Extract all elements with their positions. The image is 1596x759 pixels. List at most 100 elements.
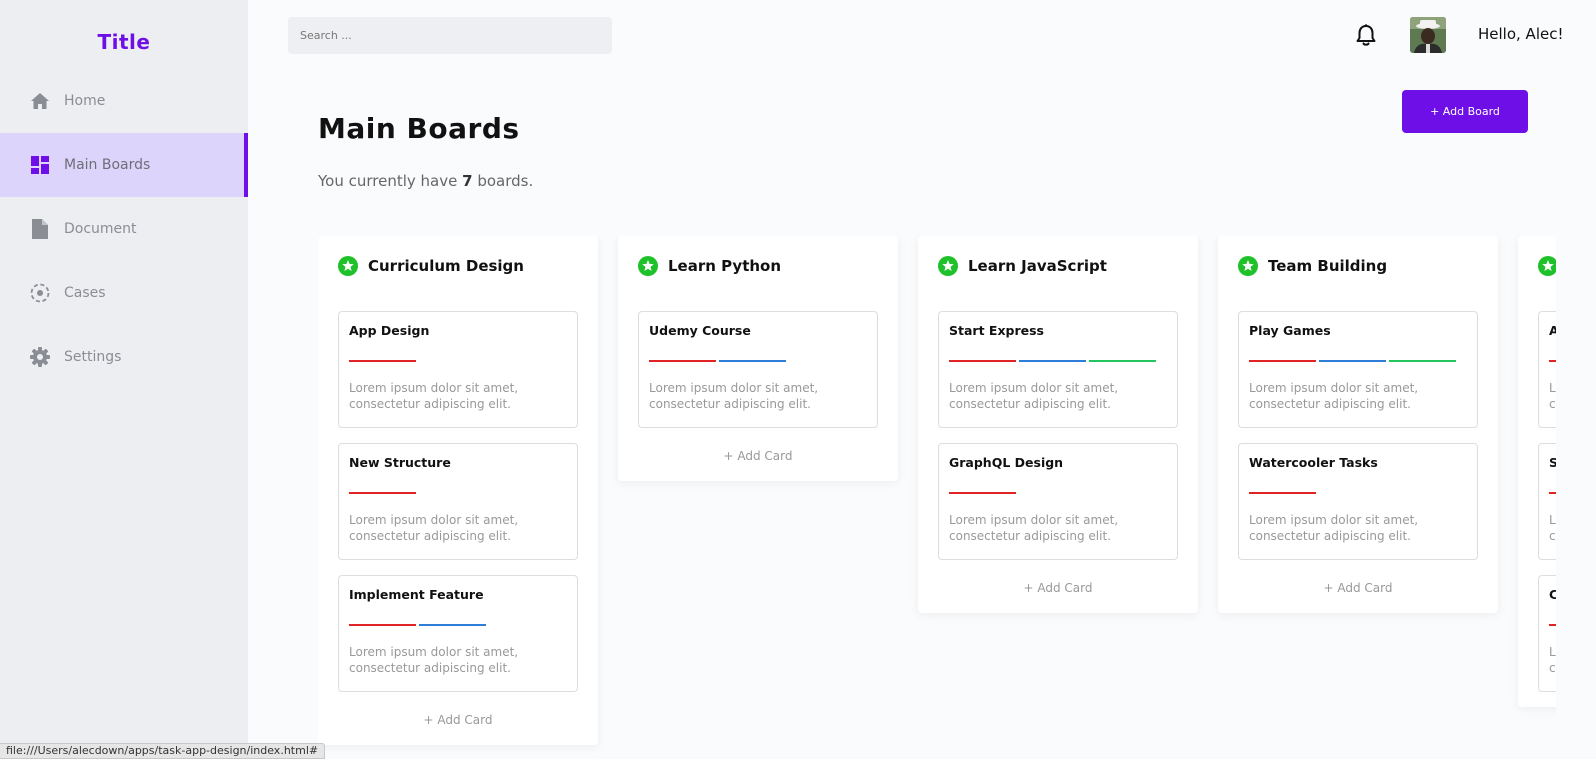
board-title: Learn JavaScript	[968, 257, 1107, 275]
home-icon	[30, 91, 50, 111]
star-icon[interactable]	[1238, 256, 1258, 276]
card-description: Lorem ipsum dolor sit amet, consectetur …	[949, 513, 1119, 543]
star-icon[interactable]	[938, 256, 958, 276]
card-tags	[1249, 360, 1467, 362]
tag-red	[349, 492, 416, 494]
sidebar: Title Home Main Boards Document Cases Se…	[0, 0, 248, 759]
card-title: S	[1549, 455, 1556, 470]
tag-green	[1089, 360, 1156, 362]
sidebar-item-home[interactable]: Home	[0, 69, 248, 133]
tag-red	[649, 360, 716, 362]
board-title: Curriculum Design	[368, 257, 524, 275]
card-list: A Lorem ipsum dolor sit amet, consectetu…	[1518, 296, 1556, 692]
tag-red	[349, 624, 416, 626]
board: Learn Python Udemy Course Lorem ipsum do…	[618, 236, 898, 481]
card-tags	[949, 492, 1167, 494]
card[interactable]: App Design Lorem ipsum dolor sit amet, c…	[338, 311, 578, 428]
page-title: Main Boards	[318, 112, 520, 145]
tag-red	[1549, 492, 1556, 494]
card-title: Udemy Course	[649, 323, 751, 338]
card-list: Start Express Lorem ipsum dolor sit amet…	[918, 296, 1198, 560]
board: Learn JavaScript Start Express Lorem ips…	[918, 236, 1198, 613]
add-card-button[interactable]: + Add Card	[318, 707, 598, 745]
dashboard-icon	[30, 155, 50, 175]
card-title: New Structure	[349, 455, 451, 470]
card[interactable]: S Lorem ipsum dolor sit amet, consectetu…	[1538, 443, 1556, 560]
card-list: Udemy Course Lorem ipsum dolor sit amet,…	[618, 296, 898, 428]
add-card-button[interactable]: + Add Card	[618, 443, 898, 481]
add-card-button[interactable]: + Add Card	[918, 575, 1198, 613]
tag-red	[949, 492, 1016, 494]
sidebar-item-label: Settings	[64, 349, 122, 365]
card-tags	[1549, 360, 1556, 362]
card[interactable]: Start Express Lorem ipsum dolor sit amet…	[938, 311, 1178, 428]
card-title: A	[1549, 323, 1556, 338]
tag-blue	[1319, 360, 1386, 362]
card-tags	[1249, 492, 1467, 494]
sidebar-item-label: Document	[64, 221, 137, 237]
sidebar-item-cases[interactable]: Cases	[0, 261, 248, 325]
card[interactable]: C Lorem ipsum dolor sit amet, consectetu…	[1538, 575, 1556, 692]
card[interactable]: A Lorem ipsum dolor sit amet, consectetu…	[1538, 311, 1556, 428]
card[interactable]: Implement Feature Lorem ipsum dolor sit …	[338, 575, 578, 692]
star-icon[interactable]	[1538, 256, 1556, 276]
sidebar-item-document[interactable]: Document	[0, 197, 248, 261]
sidebar-item-settings[interactable]: Settings	[0, 325, 248, 389]
card-tags	[349, 360, 567, 362]
card[interactable]: New Structure Lorem ipsum dolor sit amet…	[338, 443, 578, 560]
tag-red	[349, 360, 416, 362]
board-count-text: You currently have 7 boards.	[318, 172, 533, 190]
board-header: Learn JavaScript	[918, 236, 1198, 296]
board-header: Learn Python	[618, 236, 898, 296]
sidebar-nav: Home Main Boards Document Cases Settings	[0, 69, 248, 389]
card-list: App Design Lorem ipsum dolor sit amet, c…	[318, 296, 598, 692]
board-count: 7	[462, 172, 473, 190]
card-description: Lorem ipsum dolor sit amet, consectetur …	[1549, 645, 1556, 675]
board: Team Building Play Games Lorem ipsum dol…	[1218, 236, 1498, 613]
card-description: Lorem ipsum dolor sit amet, consectetur …	[349, 645, 519, 675]
subtitle-prefix: You currently have	[318, 172, 463, 190]
sidebar-item-label: Main Boards	[64, 157, 151, 173]
sidebar-item-label: Home	[64, 93, 106, 109]
add-card-button[interactable]: + Add Card	[1218, 575, 1498, 613]
add-board-button[interactable]: + Add Board	[1402, 90, 1528, 133]
card-title: Start Express	[949, 323, 1044, 338]
card-title: C	[1549, 587, 1556, 602]
card-title: GraphQL Design	[949, 455, 1064, 470]
bell-icon[interactable]	[1355, 24, 1377, 48]
card-title: App Design	[349, 323, 430, 338]
tag-red	[1249, 360, 1316, 362]
board-title: Learn Python	[668, 257, 782, 275]
card[interactable]: Udemy Course Lorem ipsum dolor sit amet,…	[638, 311, 878, 428]
browser-status-url: file:///Users/alecdown/apps/task-app-des…	[0, 743, 326, 759]
card-tags	[1549, 624, 1556, 626]
star-icon[interactable]	[638, 256, 658, 276]
card-list: Play Games Lorem ipsum dolor sit amet, c…	[1218, 296, 1498, 560]
card-description: Lorem ipsum dolor sit amet, consectetur …	[649, 381, 819, 411]
board-header: Team Building	[1218, 236, 1498, 296]
search-input[interactable]	[288, 17, 612, 54]
avatar[interactable]	[1410, 17, 1446, 53]
subtitle-suffix: boards.	[472, 172, 534, 190]
board-header: Curriculum Design	[318, 236, 598, 296]
sidebar-item-main-boards[interactable]: Main Boards	[0, 133, 248, 197]
card[interactable]: Watercooler Tasks Lorem ipsum dolor sit …	[1238, 443, 1478, 560]
card-title: Implement Feature	[349, 587, 484, 602]
tag-blue	[1019, 360, 1086, 362]
document-icon	[30, 219, 50, 239]
card-tags	[1549, 492, 1556, 494]
greeting-text: Hello, Alec!	[1478, 25, 1564, 43]
board-header	[1518, 236, 1556, 296]
card-description: Lorem ipsum dolor sit amet, consectetur …	[1249, 381, 1419, 411]
star-icon[interactable]	[338, 256, 358, 276]
board-title: Team Building	[1268, 257, 1388, 275]
tag-red	[1249, 492, 1316, 494]
card-description: Lorem ipsum dolor sit amet, consectetur …	[349, 513, 519, 543]
boards-container: Curriculum Design App Design Lorem ipsum…	[318, 236, 1556, 759]
tag-blue	[719, 360, 786, 362]
brand-title[interactable]: Title	[0, 30, 248, 54]
card[interactable]: GraphQL Design Lorem ipsum dolor sit ame…	[938, 443, 1178, 560]
card-description: Lorem ipsum dolor sit amet, consectetur …	[1249, 513, 1419, 543]
card[interactable]: Play Games Lorem ipsum dolor sit amet, c…	[1238, 311, 1478, 428]
board: Curriculum Design App Design Lorem ipsum…	[318, 236, 598, 745]
